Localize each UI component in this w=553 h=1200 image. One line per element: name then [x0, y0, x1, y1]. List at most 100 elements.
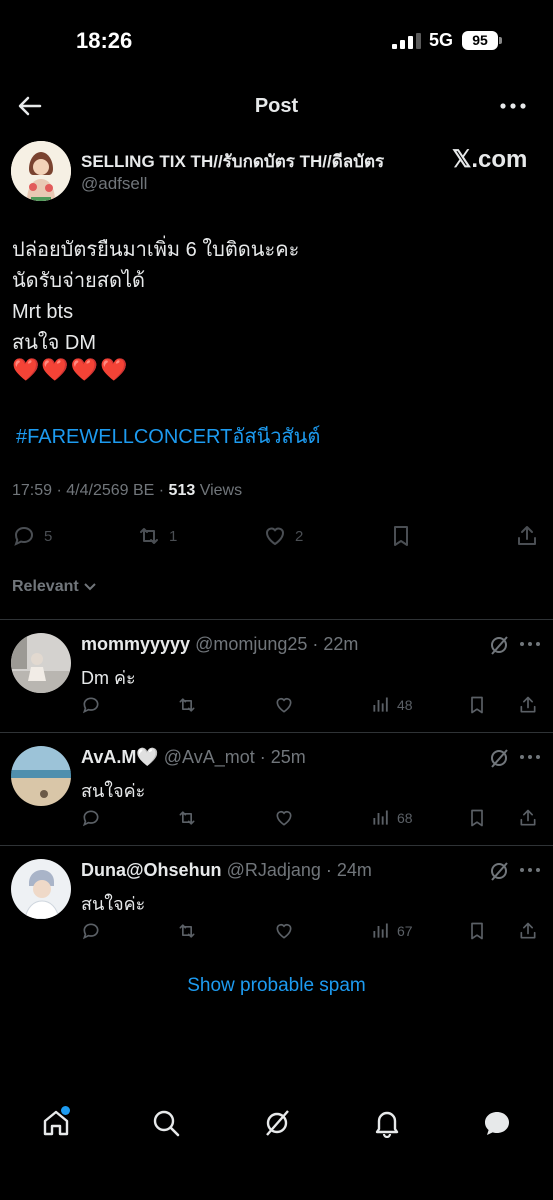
analytics-icon — [373, 810, 388, 825]
bookmark-button[interactable] — [389, 524, 413, 548]
reply-count: 5 — [44, 527, 53, 545]
grok-icon[interactable] — [488, 860, 510, 882]
reply-handle[interactable]: @momjung25 · 22m — [195, 634, 358, 654]
more-options-icon[interactable] — [498, 92, 528, 120]
reply-name[interactable]: Duna@Ohsehun — [81, 860, 222, 880]
page-title: Post — [254, 95, 299, 117]
reply-bookmark-button[interactable] — [467, 921, 487, 941]
post-line: Mrt bts — [12, 301, 74, 323]
reply-button[interactable]: 5 — [12, 524, 52, 548]
bookmark-icon — [394, 526, 408, 546]
reply-share-button[interactable] — [518, 808, 538, 828]
reply-views-count: 67 — [397, 923, 413, 939]
avatar-photo — [11, 633, 71, 693]
analytics-icon — [373, 923, 388, 938]
repost-button[interactable]: 1 — [137, 524, 177, 548]
reply-reply-button[interactable] — [81, 695, 101, 715]
reply-views-button[interactable]: 67 — [371, 921, 413, 941]
reply-icon — [82, 810, 99, 827]
top-header: Post — [0, 80, 553, 134]
reply-like-button[interactable] — [274, 921, 294, 941]
show-spam-link[interactable]: Show probable spam — [0, 975, 553, 997]
reply-text: Dm ค่ะ — [81, 668, 136, 688]
reply-like-button[interactable] — [274, 808, 294, 828]
avatar-photo — [11, 746, 71, 806]
author-name[interactable]: SELLING TIX TH//รับกดบัตร TH//ดีลบัตร — [81, 148, 384, 175]
more-options-icon[interactable] — [519, 860, 541, 880]
reply-icon — [14, 526, 34, 546]
x-watermark: 𝕏.com — [452, 146, 528, 173]
share-button[interactable] — [515, 524, 539, 548]
reply-reply-button[interactable] — [81, 808, 101, 828]
status-time: 18:26 — [76, 28, 133, 53]
battery-icon: 95 — [462, 31, 498, 50]
reply-icon — [82, 697, 99, 714]
reply-bookmark-button[interactable] — [467, 808, 487, 828]
reply-text: สนใจค่ะ — [81, 894, 146, 914]
battery-tip — [499, 37, 502, 44]
repost-icon — [140, 528, 158, 544]
analytics-icon — [373, 697, 388, 712]
bookmark-icon — [471, 809, 483, 827]
reply-views-button[interactable]: 48 — [371, 695, 413, 715]
reply-name[interactable]: AvA.M🤍 — [81, 747, 159, 767]
reply-views-button[interactable]: 68 — [371, 808, 413, 828]
reply-avatar[interactable] — [11, 859, 71, 919]
avatar-illustration — [11, 141, 71, 201]
more-options-icon[interactable] — [519, 747, 541, 767]
reply-views-count: 68 — [397, 810, 413, 826]
share-icon — [520, 809, 536, 826]
repost-icon — [179, 924, 195, 938]
heart-icon — [276, 810, 292, 826]
views-label: Views — [195, 482, 243, 499]
reply-icon — [82, 923, 99, 940]
reply-reply-button[interactable] — [81, 921, 101, 941]
views-count[interactable]: 513 — [169, 482, 196, 499]
reply-like-button[interactable] — [274, 695, 294, 715]
reply-avatar[interactable] — [11, 633, 71, 693]
reply-item[interactable]: mommyyyyy @momjung25 · 22m Dm ค่ะ 48 — [0, 620, 553, 732]
reply-handle[interactable]: @RJadjang · 24m — [227, 860, 372, 880]
status-bar: 18:26 5G 95 — [0, 0, 553, 80]
author-handle[interactable]: @adfsell — [81, 174, 147, 194]
reply-bookmark-button[interactable] — [467, 695, 487, 715]
reply-repost-button[interactable] — [177, 695, 197, 715]
messages-icon[interactable] — [482, 1108, 512, 1138]
reply-item[interactable]: Duna@Ohsehun @RJadjang · 24m สนใจค่ะ 67 — [0, 846, 553, 958]
notifications-icon[interactable] — [372, 1108, 402, 1138]
share-icon — [520, 696, 536, 713]
author-avatar[interactable] — [11, 141, 71, 201]
reply-name[interactable]: mommyyyyy — [81, 634, 190, 654]
sort-dropdown[interactable]: Relevant — [12, 578, 97, 596]
reply-avatar[interactable] — [11, 746, 71, 806]
reply-text: สนใจค่ะ — [81, 781, 146, 801]
search-icon[interactable] — [151, 1108, 181, 1138]
reply-repost-button[interactable] — [177, 921, 197, 941]
reply-share-button[interactable] — [518, 695, 538, 715]
hashtag-link[interactable]: #FAREWELLCONCERTอัสนีวสันต์ — [16, 420, 320, 452]
reply-header: mommyyyyy @momjung25 · 22m — [81, 634, 358, 655]
chevron-down-icon — [83, 583, 96, 591]
network-type: 5G — [429, 30, 454, 50]
avatar-photo — [11, 859, 71, 919]
heart-icon — [276, 923, 292, 939]
grok-icon[interactable] — [488, 634, 510, 656]
heart-icon — [276, 697, 292, 713]
post-line: สนใจ DM — [12, 332, 97, 354]
reply-repost-button[interactable] — [177, 808, 197, 828]
post-timestamp: 17:59 · 4/4/2569 BE · — [12, 482, 169, 499]
post-action-bar: 5 1 2 — [0, 520, 553, 554]
reply-share-button[interactable] — [518, 921, 538, 941]
bookmark-icon — [471, 922, 483, 940]
reply-handle[interactable]: @AvA_mot · 25m — [164, 747, 306, 767]
heart-emojis: ❤️❤️❤️❤️ — [12, 357, 130, 382]
sort-label: Relevant — [12, 578, 79, 595]
grok-icon[interactable] — [488, 747, 510, 769]
like-button[interactable]: 2 — [263, 524, 303, 548]
post-text: ปล่อยบัตรยืนมาเพิ่ม 6 ใบติดนะคะ นัดรับจ่… — [12, 235, 299, 359]
repost-icon — [179, 811, 195, 825]
reply-item[interactable]: AvA.M🤍 @AvA_mot · 25m สนใจค่ะ 68 — [0, 733, 553, 845]
grok-icon[interactable] — [262, 1108, 292, 1138]
more-options-icon[interactable] — [519, 634, 541, 654]
share-icon — [520, 922, 536, 939]
